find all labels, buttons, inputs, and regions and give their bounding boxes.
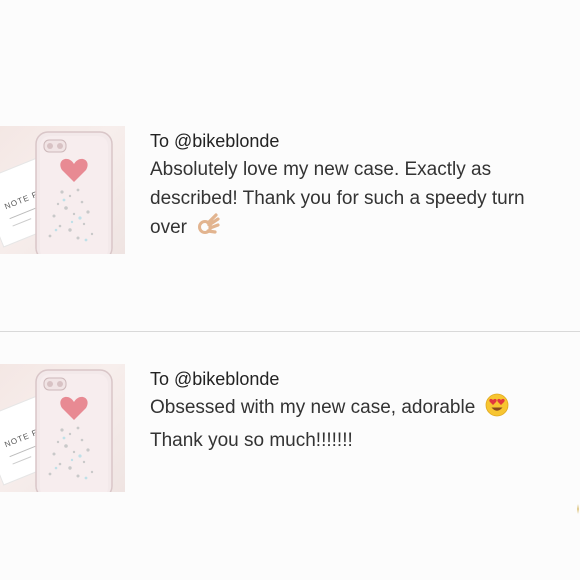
product-thumbnail[interactable]: NOTE FO [0,126,125,254]
sparkle-icon [577,504,579,514]
review-message-line: Absolutely love my new case. Exactly as [150,159,492,180]
heart-eyes-emoji-icon [485,393,509,426]
review-message-line: Obsessed with my new case, adorable [150,397,476,418]
divider [0,331,580,332]
review-message-line: Thank you so much!!!!!!! [150,430,353,451]
review-message: Absolutely love my new case. Exactly as … [150,155,580,246]
phone-case-image: NOTE FO [0,131,113,254]
review-text: To @bikeblonde Obsessed with my new case… [150,364,580,455]
ok-hand-emoji-icon [196,213,220,246]
phone-case-image: NOTE FO [0,369,113,492]
review-recipient: To @bikeblonde [150,131,280,151]
review-message-line: over [150,217,187,238]
review-message-line: described! Thank you for such a speedy t… [150,188,525,209]
review-text: To @bikeblonde Absolutely love my new ca… [150,126,580,246]
review-message-first-line: Obsessed with my new case, adorable [150,393,580,426]
review-recipient: To @bikeblonde [150,369,280,389]
review-message-last-line: over [150,213,580,246]
product-thumbnail[interactable]: NOTE FO [0,364,125,492]
review-message: Obsessed with my new case, adorable Than… [150,393,580,455]
